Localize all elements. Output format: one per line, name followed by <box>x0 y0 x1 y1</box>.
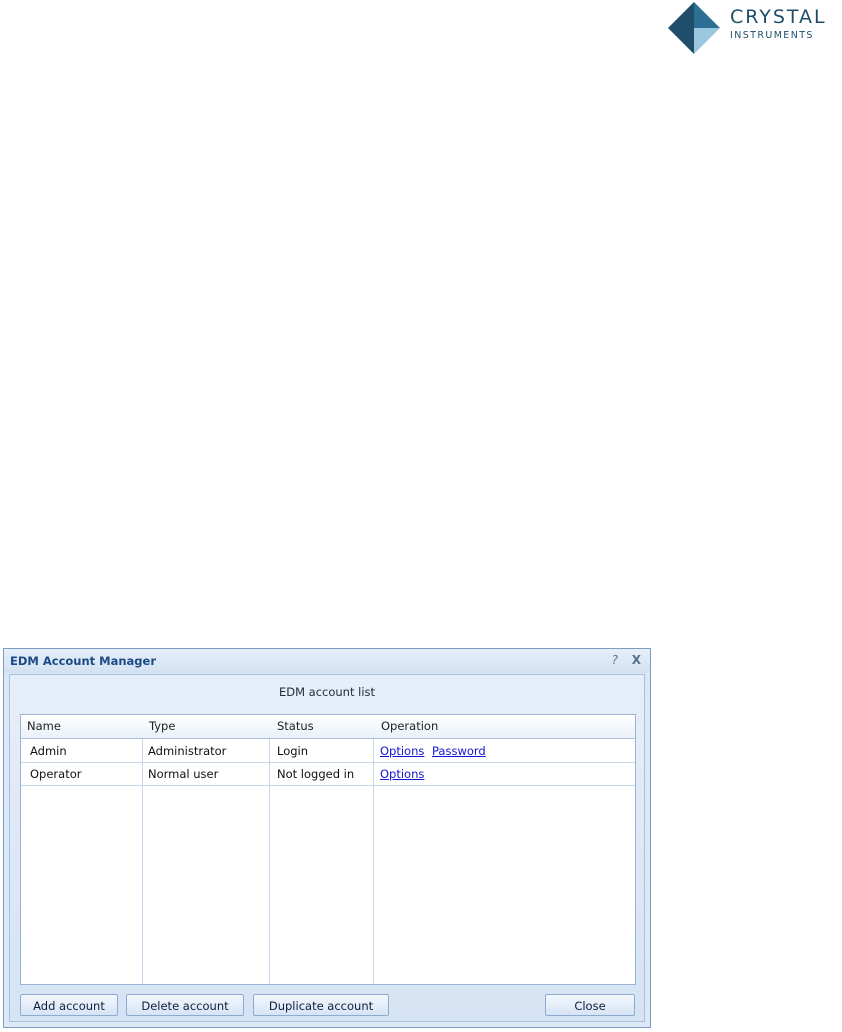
crystal-instruments-logo: CRYSTAL INSTRUMENTS <box>664 0 842 56</box>
logo-text-crystal: CRYSTAL <box>730 6 827 28</box>
table-row[interactable]: Admin Administrator Login Options Passwo… <box>21 740 635 763</box>
account-status: Not logged in <box>277 767 355 781</box>
password-link[interactable]: Password <box>432 744 486 758</box>
dialog-body: EDM account list Name Type Status Operat… <box>9 674 645 1022</box>
column-header-status[interactable]: Status <box>277 719 314 733</box>
account-table: Name Type Status Operation Admin Adminis… <box>20 714 636 985</box>
column-header-operation[interactable]: Operation <box>381 719 438 733</box>
dialog-title: EDM Account Manager <box>10 654 157 668</box>
delete-account-button[interactable]: Delete account <box>126 994 244 1016</box>
account-name: Operator <box>30 767 82 781</box>
account-type: Administrator <box>148 744 227 758</box>
account-status: Login <box>277 744 309 758</box>
options-link[interactable]: Options <box>380 767 424 781</box>
table-row[interactable]: Operator Normal user Not logged in Optio… <box>21 763 635 786</box>
duplicate-account-button[interactable]: Duplicate account <box>253 994 389 1016</box>
close-icon[interactable]: X <box>632 653 641 667</box>
account-name: Admin <box>30 744 67 758</box>
add-account-button[interactable]: Add account <box>20 994 118 1016</box>
column-header-type[interactable]: Type <box>149 719 175 733</box>
list-caption: EDM account list <box>278 685 376 699</box>
help-icon[interactable]: ? <box>612 653 618 667</box>
account-type: Normal user <box>148 767 219 781</box>
column-header-name[interactable]: Name <box>27 719 61 733</box>
options-link[interactable]: Options <box>380 744 424 758</box>
logo-text-instruments: INSTRUMENTS <box>730 30 814 41</box>
diamond-logo-icon <box>668 2 720 54</box>
table-header: Name Type Status Operation <box>21 715 635 739</box>
account-manager-dialog: EDM Account Manager ? X EDM account list… <box>3 648 651 1028</box>
close-button[interactable]: Close <box>545 994 635 1016</box>
dialog-titlebar: EDM Account Manager ? X <box>4 649 650 673</box>
